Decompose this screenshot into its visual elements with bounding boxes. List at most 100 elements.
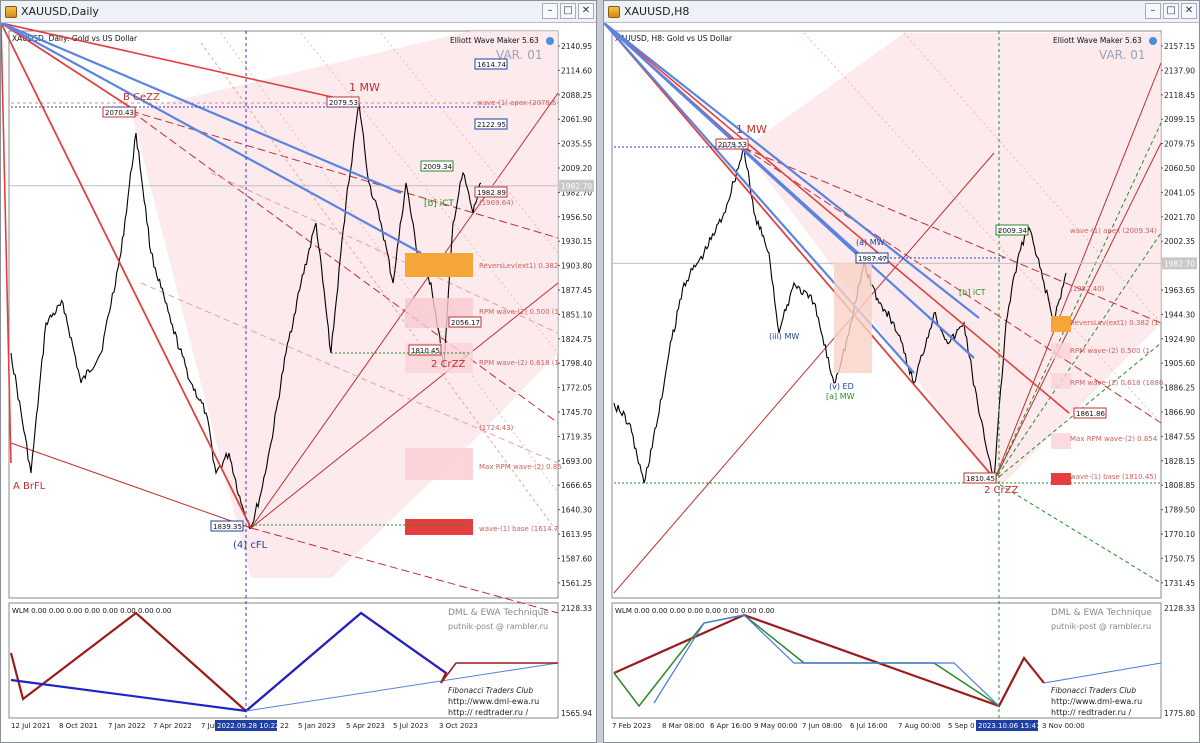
date-tick-label: 5 Apr 2023: [346, 722, 385, 730]
brand-url-2: http:// redtrader.ru /: [1051, 708, 1131, 717]
price-tick-label: 2002.35: [1164, 237, 1195, 246]
price-tick-label: 1944.30: [1164, 310, 1195, 319]
indicator-tick-label: 1775.80: [1164, 709, 1195, 718]
price-box-label: 1987.47: [858, 255, 887, 263]
price-tick-label: 2088.25: [561, 91, 592, 100]
price-tick-label: 2060.50: [1164, 164, 1195, 173]
price-box-label: 2009.34: [998, 227, 1027, 235]
wave-label: 2 CrZZ: [984, 485, 1018, 496]
level-zone: [1051, 343, 1071, 359]
level-zone: [1051, 473, 1071, 485]
close-button[interactable]: ✕: [578, 3, 594, 19]
maker-logo-icon: [1149, 37, 1157, 45]
price-box-label: 1861.86: [1076, 410, 1105, 418]
level-annotation: Max RPM wave-(2) 0.854: [1070, 435, 1158, 443]
price-tick-label: 1666.65: [561, 481, 592, 490]
date-tick-label: 7 Jan 2022: [108, 722, 146, 730]
level-annotation: wave-(1) apex (2009.34): [1070, 227, 1157, 235]
current-price-label: 1982.70: [561, 182, 592, 191]
price-box-label: 1982.89: [477, 189, 506, 197]
price-tick-label: 2061.90: [561, 115, 592, 124]
price-tick-label: 1886.25: [1164, 384, 1195, 393]
current-price-label: 1982.70: [1164, 259, 1195, 268]
date-tick-label: 3 Oct 2023: [439, 722, 478, 730]
price-tick-label: 1789.50: [1164, 506, 1195, 515]
wave-label: 2 CrZZ: [431, 359, 465, 370]
level-annotation: wave-(1) base (1614.7: [479, 525, 558, 533]
maximize-button[interactable]: □: [560, 3, 576, 19]
price-tick-label: 1808.85: [1164, 481, 1195, 490]
price-box-label: 1839.35: [213, 523, 242, 531]
brand-club: Fibonacci Traders Club: [448, 686, 533, 695]
level-annotation: (1969.64): [479, 199, 514, 207]
price-tick-label: 1905.60: [1164, 359, 1195, 368]
daily-chart-window[interactable]: XAUUSD,Daily – □ ✕ 2140.95 2114.60 2088.25…: [0, 0, 597, 743]
window-title: XAUUSD,Daily: [21, 5, 99, 18]
price-tick-label: 1731.45: [1164, 579, 1195, 588]
price-tick-label: 1903.80: [561, 262, 592, 271]
window-titlebar[interactable]: XAUUSD,H8 – □ ✕: [604, 1, 1199, 23]
wave-label: (4) cFL: [233, 540, 268, 551]
h8-chart-window[interactable]: XAUUSD,H8 – □ ✕ 2157.15 2137.90 2118.45 209…: [603, 0, 1200, 743]
date-tick-label: 7 Jun 08:00: [802, 722, 842, 730]
indicator-tick-label: 2128.33: [1164, 604, 1195, 613]
date-tick-label: 8 Oct 2021: [59, 722, 98, 730]
date-tick-label: 7 Aug 00:00: [898, 722, 941, 730]
brand-email: putnik-post @ rambler.ru: [1051, 622, 1151, 631]
date-tick-label: 5 Sep 0: [948, 722, 975, 730]
date-tick-label: 2022.09.28 10:22: [217, 722, 279, 730]
brand-url: http://www.dml-ewa.ru: [448, 697, 539, 706]
wave-label: (iii) MW: [769, 332, 799, 341]
maximize-button[interactable]: □: [1163, 3, 1179, 19]
date-tick-label: 7 Jul: [201, 722, 216, 730]
price-tick-label: 2114.60: [561, 66, 592, 75]
level-annotation: ReversLev(ext1) 0.382 (1: [1070, 319, 1159, 327]
wave-label: [b] iCT: [424, 199, 454, 209]
price-box-label: 2079.53: [718, 141, 747, 149]
price-tick-label: 2035.55: [561, 140, 592, 149]
level-annotation: Max RPM wave-(2) 0.85: [479, 463, 562, 471]
wave-label: 1 MW: [736, 123, 767, 136]
price-tick-label: 1772.05: [561, 384, 592, 393]
wave-label: [b] iCT: [959, 288, 986, 297]
window-titlebar[interactable]: XAUUSD,Daily – □ ✕: [1, 1, 596, 23]
price-tick-label: 1719.35: [561, 432, 592, 441]
level-zone: [405, 448, 473, 480]
price-tick-label: 1877.45: [561, 286, 592, 295]
date-tick-label: 5 Jan 2023: [298, 722, 336, 730]
chart-window-icon: [608, 5, 620, 18]
level-zone: [405, 253, 473, 277]
close-button[interactable]: ✕: [1181, 3, 1197, 19]
indicator-tick-label: 1565.94: [561, 709, 592, 718]
price-tick-label: 1750.75: [1164, 554, 1195, 563]
level-annotation: ReversLev(ext1) 0.382: [479, 262, 558, 270]
price-box-label: 1614.74: [477, 61, 506, 69]
wave-label: A BrFL: [13, 481, 46, 492]
brand-text: DML & EWA Technique: [1051, 608, 1152, 618]
level-zone: [1051, 316, 1071, 332]
level-annotation: RPM wave-(2) 0.500 (1: [479, 308, 559, 316]
price-tick-label: 2041.05: [1164, 188, 1195, 197]
wave-label: (v) ED: [829, 382, 854, 391]
price-tick-label: 2118.45: [1164, 91, 1195, 100]
minimize-button[interactable]: –: [542, 3, 558, 19]
daily-chart-canvas[interactable]: 2140.95 2114.60 2088.25 2061.90 2035.55 2009.…: [1, 23, 596, 743]
date-tick-label: 7 Feb 2023: [612, 722, 651, 730]
price-box-label: 2070.43: [105, 109, 134, 117]
minimize-button[interactable]: –: [1145, 3, 1161, 19]
price-box-label: 2122.95: [477, 121, 506, 129]
price-tick-label: 1866.90: [1164, 408, 1195, 417]
brand-email: putnik-post @ rambler.ru: [448, 622, 548, 631]
indicator-label: WLM 0.00 0.00 0.00 0.00 0.00 0.00 0.00 0…: [12, 607, 171, 615]
indicator-tick-label: 2128.33: [561, 604, 592, 613]
price-tick-label: 2137.90: [1164, 66, 1195, 75]
level-zone: [1051, 373, 1071, 389]
price-tick-label: 2140.95: [561, 42, 592, 51]
brand-text: DML & EWA Technique: [448, 608, 549, 618]
indicator-label: WLM 0.00 0.00 0.00 0.00 0.00 0.00 0.00 0…: [615, 607, 774, 615]
date-tick-label: 6 Jul 16:00: [850, 722, 888, 730]
level-annotation: (1982.40): [1070, 285, 1105, 293]
price-tick-label: 1930.15: [561, 237, 592, 246]
price-tick-label: 1824.75: [561, 335, 592, 344]
h8-chart-canvas[interactable]: 2157.15 2137.90 2118.45 2099.15 2079.75 2060.…: [604, 23, 1199, 743]
